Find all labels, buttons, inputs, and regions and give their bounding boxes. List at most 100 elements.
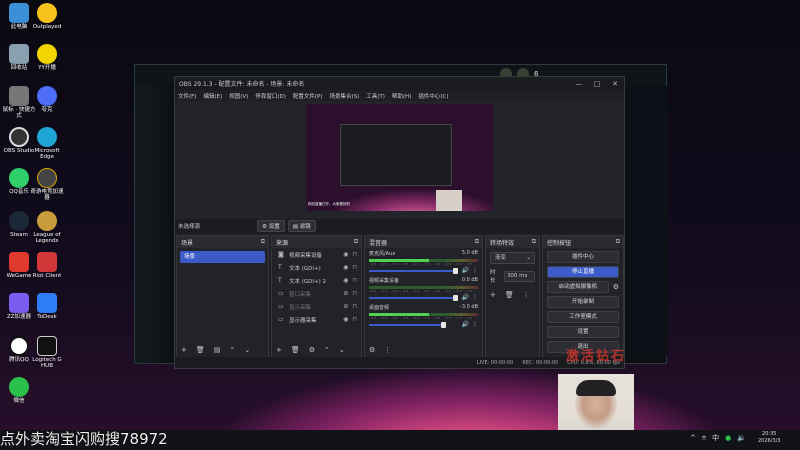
webcam-person (576, 380, 616, 396)
slider-knob[interactable] (452, 267, 458, 274)
settings-button[interactable]: 设置 (547, 326, 619, 338)
sources-footer: + 🗑 ⚙ ⌃ ⌄ (272, 343, 361, 357)
preview-area[interactable]: 网页直播已开，大家看好的 (175, 101, 624, 219)
volume-slider[interactable] (369, 267, 458, 274)
microsoft-edge-icon[interactable]: Microsoft Edge (29, 127, 65, 167)
trash-icon[interactable]: 🗑 (196, 346, 205, 354)
eye-icon[interactable]: ◉ (343, 316, 348, 323)
lock-icon[interactable]: ⊓ (352, 303, 357, 310)
more-icon[interactable]: ⋮ (472, 267, 478, 274)
ime-indicator[interactable]: 中 (712, 433, 719, 443)
todesk-icon[interactable]: ToDesk (29, 293, 65, 333)
source-row[interactable]: ◙ 视频采集设备 ◉ ⊓ (272, 248, 361, 261)
eye-hidden-icon[interactable]: ⊘ (343, 303, 348, 310)
logitech-ghub-icon[interactable]: Logitech G HUB (29, 336, 65, 376)
volume-slider[interactable] (369, 294, 458, 301)
slider-knob[interactable] (452, 294, 458, 301)
minimize-button[interactable]: — (570, 80, 588, 88)
lock-icon[interactable]: ⊓ (352, 264, 357, 271)
league-of-legends-icon[interactable]: League of Legends (29, 211, 65, 251)
add-icon[interactable]: + (276, 346, 282, 354)
eye-hidden-icon[interactable]: ⊘ (343, 290, 348, 297)
properties-button[interactable]: ⚙ 设置 (257, 220, 285, 232)
eye-icon[interactable]: ◉ (343, 264, 348, 271)
duration-field[interactable]: 300 ms (503, 270, 535, 282)
undock-icon[interactable]: ⧉ (532, 238, 536, 246)
preview-canvas[interactable]: 网页直播已开，大家看好的 (306, 104, 493, 211)
gear-icon[interactable]: ⚙ (369, 346, 375, 354)
speaker-icon[interactable]: 🔊 (462, 267, 469, 274)
filters-button[interactable]: ▤ 滤镜 (287, 220, 316, 232)
maximize-button[interactable]: □ (588, 80, 606, 88)
chevron-down-icon[interactable]: ⌄ (339, 346, 345, 354)
add-icon[interactable]: + (490, 291, 496, 299)
lock-icon[interactable]: ⊓ (352, 316, 357, 323)
clock[interactable]: 20:35 2026/3/3 (758, 431, 780, 445)
qiyou-accelerator-icon[interactable]: 奇游电竞加速器 (29, 168, 65, 208)
menu-docks[interactable]: 停靠窗口(D) (255, 92, 286, 100)
volume-slider[interactable] (369, 321, 446, 328)
stop-streaming-button[interactable]: 停止直播 (547, 266, 619, 278)
source-row[interactable]: T 文本 (GDI+) 2 ◉ ⊓ (272, 274, 361, 287)
undock-icon[interactable]: ⧉ (616, 238, 620, 246)
wechat-tray-icon[interactable]: ● (725, 434, 731, 442)
more-icon[interactable]: ⋮ (523, 291, 530, 299)
quark-icon[interactable]: 夸克 (29, 86, 65, 126)
yy-live-icon[interactable]: YY开播 (29, 44, 65, 84)
source-row[interactable]: ▭ 显示采集 ⊘ ⊓ (272, 300, 361, 313)
gear-icon[interactable]: ⚙ (613, 283, 619, 291)
trash-icon[interactable]: 🗑 (291, 346, 300, 354)
menu-scene-collection[interactable]: 场景集合(S) (329, 92, 359, 100)
obs-window[interactable]: OBS 29.1.3 - 配置文件: 未命名 - 场景: 未命名 — □ ✕ 文… (174, 76, 625, 369)
undock-icon[interactable]: ⧉ (475, 238, 479, 246)
source-row[interactable]: ▭ 窗口采集 ⊘ ⊓ (272, 287, 361, 300)
transition-select[interactable]: 渐变 ⌄ (490, 252, 535, 264)
eye-icon[interactable]: ◉ (343, 251, 348, 258)
volume-icon[interactable]: 🔉 (737, 434, 746, 442)
lock-icon[interactable]: ⊓ (352, 251, 357, 258)
wechat-icon[interactable]: 微信 (1, 377, 37, 417)
undock-icon[interactable]: ⧉ (261, 238, 265, 246)
menu-file[interactable]: 文件(F) (178, 92, 196, 100)
slider-knob[interactable] (440, 321, 446, 328)
menu-plugin-center[interactable]: 插件中心(C) (418, 92, 448, 100)
more-icon[interactable]: ⋮ (384, 346, 391, 354)
chevron-up-icon[interactable]: ^ (690, 434, 696, 442)
more-icon[interactable]: ⋮ (472, 294, 478, 301)
start-recording-button[interactable]: 开始录制 (547, 296, 619, 308)
scene-item[interactable]: 场景 (180, 251, 265, 263)
chevron-up-icon[interactable]: ⌃ (324, 346, 330, 354)
riot-client-icon[interactable]: Riot Client (29, 252, 65, 292)
undock-icon[interactable]: ⧉ (354, 238, 358, 246)
menu-help[interactable]: 帮助(H) (392, 92, 411, 100)
system-tray: ^ ⌾ 中 ● 🔉 (690, 433, 752, 443)
source-row[interactable]: ▭ 显示器采集 ◉ ⊓ (272, 313, 361, 326)
plugin-center-button[interactable]: 插件中心 (547, 251, 619, 263)
more-icon[interactable]: ⋮ (472, 321, 478, 328)
menu-edit[interactable]: 编辑(E) (203, 92, 222, 100)
text-icon: T (278, 264, 282, 271)
chevron-up-icon[interactable]: ⌃ (229, 346, 235, 354)
menu-tools[interactable]: 工具(T) (366, 92, 385, 100)
speaker-icon[interactable]: 🔊 (462, 321, 469, 328)
lock-icon[interactable]: ⊓ (352, 277, 357, 284)
speaker-icon[interactable]: 🔊 (462, 294, 469, 301)
studio-mode-button[interactable]: 工作室模式 (547, 311, 619, 323)
close-button[interactable]: ✕ (606, 80, 624, 88)
chevron-down-icon[interactable]: ⌄ (244, 346, 250, 354)
gear-icon[interactable]: ⚙ (309, 346, 315, 354)
eye-icon[interactable]: ◉ (343, 277, 348, 284)
source-row[interactable]: T 文本 (GDI+) ◉ ⊓ (272, 261, 361, 274)
filter-icon[interactable]: ▤ (214, 346, 221, 354)
window-icon: ▭ (278, 290, 284, 297)
outplayed-icon[interactable]: Outplayed (29, 3, 65, 43)
add-icon[interactable]: + (181, 346, 187, 354)
lock-icon[interactable]: ⊓ (352, 290, 357, 297)
mixer-channel: 视频采集设备 0.0 dB -60 -55 -50 -45 -40 -35 -30… (369, 277, 478, 301)
menu-view[interactable]: 视图(V) (229, 92, 248, 100)
start-virtual-camera-button[interactable]: 启动虚拟摄像机 (547, 281, 609, 293)
network-icon[interactable]: ⌾ (702, 434, 706, 443)
trash-icon[interactable]: 🗑 (505, 291, 514, 299)
menu-profile[interactable]: 配置文件(P) (293, 92, 323, 100)
transitions-header: 转场特效 ⧉ (486, 236, 539, 248)
